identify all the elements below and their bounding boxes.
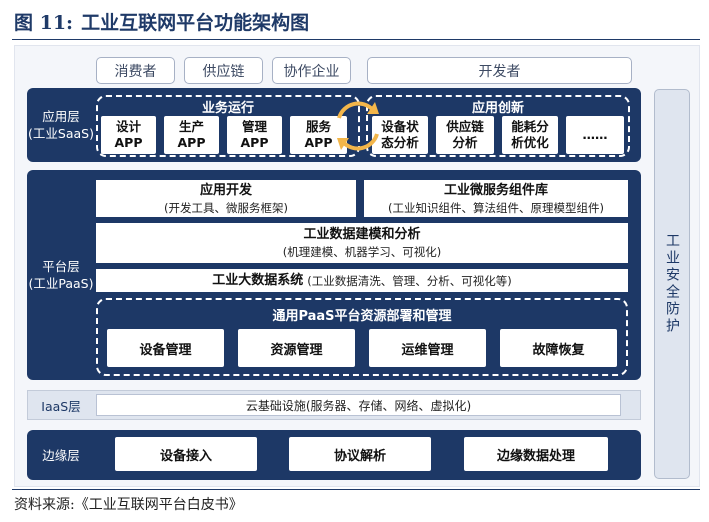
microservice-library: 工业微服务组件库 (工业知识组件、算法组件、原理模型组件) <box>364 180 628 217</box>
application-layer-label: 应用层 (工业SaaS) <box>27 88 95 162</box>
iaas-layer-label: IaaS层 <box>41 398 81 414</box>
production-app: 生产 APP <box>164 116 219 154</box>
user-supply-chain: 供应链 <box>184 57 263 84</box>
security-label: 工业安全防护 <box>664 233 680 335</box>
title-rule <box>12 39 700 40</box>
operations-title: 业务运行 <box>201 101 254 116</box>
industrial-security-protection: 工业安全防护 <box>654 89 690 479</box>
figure-number: 图 11: <box>14 12 74 34</box>
management-app: 管理 APP <box>227 116 282 154</box>
device-access: 设备接入 <box>115 437 257 471</box>
platform-layer-label-line1: 平台层 <box>42 259 80 274</box>
energy-optimization: 能耗分 析优化 <box>502 116 558 154</box>
edge-data-processing: 边缘数据处理 <box>464 437 608 471</box>
source-rule <box>12 489 700 490</box>
operations-management: 运维管理 <box>369 329 486 367</box>
more-apps: …… <box>566 116 624 154</box>
design-app: 设计 APP <box>101 116 156 154</box>
platform-layer-label: 平台层 (工业PaaS) <box>27 170 95 380</box>
user-consumer: 消费者 <box>96 57 175 84</box>
user-cooperative: 协作企业 <box>272 57 351 84</box>
edge-layer-label: 边缘层 <box>42 447 80 463</box>
device-management: 设备管理 <box>107 329 224 367</box>
resource-management: 资源管理 <box>238 329 355 367</box>
data-modeling-analysis: 工业数据建模和分析 (机理建模、机器学习、可视化) <box>96 223 628 263</box>
figure-title: 图 11: 工业互联网平台功能架构图 <box>14 8 309 35</box>
source-note: 资料来源:《工业互联网平台白皮书》 <box>14 497 243 513</box>
user-developer: 开发者 <box>367 57 632 84</box>
application-layer-label-line1: 应用层 <box>42 109 80 124</box>
innovation-title: 应用创新 <box>471 101 524 116</box>
fault-recovery: 故障恢复 <box>500 329 617 367</box>
paas-resource-title: 通用PaaS平台资源部署和管理 <box>272 309 452 324</box>
figure-title-text: 工业互联网平台功能架构图 <box>81 12 310 34</box>
cycle-arrows-icon <box>337 101 379 151</box>
cloud-infrastructure: 云基础设施(服务器、存储、网络、虚拟化) <box>96 394 621 416</box>
platform-layer-label-line2: (工业PaaS) <box>28 276 94 291</box>
application-layer-label-line2: (工业SaaS) <box>28 126 94 141</box>
big-data-system: 工业大数据系统 (工业数据清洗、管理、分析、可视化等) <box>96 269 628 292</box>
app-development: 应用开发 (开发工具、微服务框架) <box>96 180 356 217</box>
protocol-parsing: 协议解析 <box>289 437 431 471</box>
supply-chain-analysis: 供应链 分析 <box>436 116 494 154</box>
